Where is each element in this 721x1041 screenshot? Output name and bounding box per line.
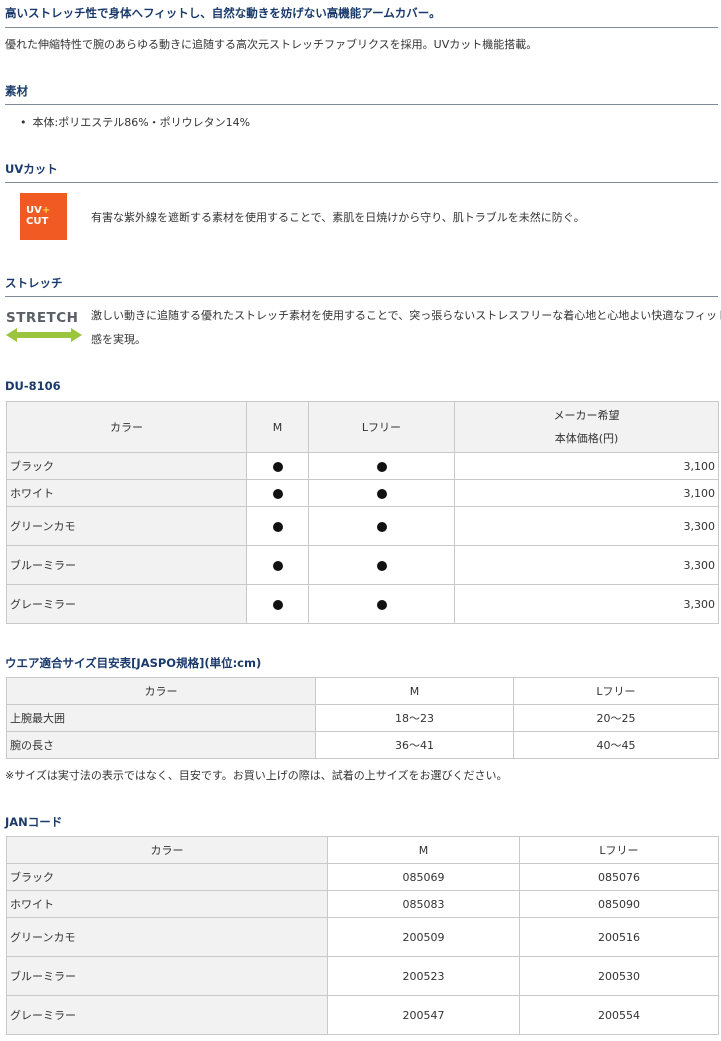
table-row: ホワイト 3,100 [6, 479, 719, 507]
row-l: 40〜45 [513, 731, 719, 759]
table-row: ブルーミラー 3,300 [6, 545, 719, 585]
column-header-m: M [315, 677, 514, 705]
jan-table-heading: JANコード [5, 815, 63, 829]
available-dot-icon [272, 599, 283, 610]
row-l: 085076 [519, 863, 719, 891]
divider [5, 182, 718, 183]
row-color: グリーンカモ [6, 917, 328, 957]
available-dot-icon [376, 488, 387, 499]
table-row: グレーミラー 3,300 [6, 584, 719, 624]
table-row: ホワイト 085083 085090 [6, 890, 719, 918]
table-row: グリーンカモ 200509 200516 [6, 917, 719, 957]
divider [5, 296, 718, 297]
uvcut-description: 有害な紫外線を遮断する素材を使用することで、素肌を日焼けから守り、肌トラブルを未… [91, 211, 585, 224]
column-header-l: Lフリー [308, 401, 455, 453]
row-m: 085083 [327, 890, 520, 918]
row-color: グレーミラー [6, 995, 328, 1035]
table-row: グレーミラー 200547 200554 [6, 995, 719, 1035]
table-header-row: カラー M Lフリー [6, 677, 719, 705]
row-price: 3,100 [454, 452, 719, 480]
row-price: 3,100 [454, 479, 719, 507]
row-m: 200547 [327, 995, 520, 1035]
row-l: 085090 [519, 890, 719, 918]
table-header-row: カラー M Lフリー [6, 836, 719, 864]
jan-table: カラー M Lフリー ブラック 085069 085076 ホワイト 08508… [6, 836, 719, 1035]
product-table: カラー M Lフリー メーカー希望 本体価格(円) ブラック 3,100 ホワイ… [6, 401, 719, 624]
divider [5, 104, 718, 105]
material-list-item: • 本体:ポリエステル86%・ポリウレタン14% [20, 114, 250, 130]
column-header-color: カラー [6, 401, 247, 453]
uvcut-heading: UVカット [5, 162, 58, 176]
table-row: 上腕最大囲 18〜23 20〜25 [6, 704, 719, 732]
column-header-m: M [246, 401, 309, 453]
uv-cut-badge-icon: UV+ CUT [20, 193, 67, 240]
available-dot-icon [376, 521, 387, 532]
row-color: ホワイト [6, 890, 328, 918]
row-m: 18〜23 [315, 704, 514, 732]
table-row: ブラック 3,100 [6, 452, 719, 480]
material-heading: 素材 [5, 84, 28, 98]
column-header-m: M [327, 836, 520, 864]
row-l: 200516 [519, 917, 719, 957]
table-row: ブルーミラー 200523 200530 [6, 956, 719, 996]
row-price: 3,300 [454, 545, 719, 585]
row-color: ブラック [6, 863, 328, 891]
row-color: グリーンカモ [6, 506, 247, 546]
size-table: カラー M Lフリー 上腕最大囲 18〜23 20〜25 腕の長さ 36〜41 … [6, 677, 719, 759]
row-l: 20〜25 [513, 704, 719, 732]
column-header-label: カラー [6, 677, 316, 705]
column-header-l: Lフリー [513, 677, 719, 705]
table-row: 腕の長さ 36〜41 40〜45 [6, 731, 719, 759]
available-dot-icon [376, 560, 387, 571]
available-dot-icon [272, 521, 283, 532]
available-dot-icon [272, 560, 283, 571]
stretch-heading: ストレッチ [5, 276, 63, 290]
table-row: グリーンカモ 3,300 [6, 506, 719, 546]
column-header-price: メーカー希望 本体価格(円) [454, 401, 719, 453]
row-label: 上腕最大囲 [6, 704, 316, 732]
row-color: グレーミラー [6, 584, 247, 624]
material-item-text: 本体:ポリエステル86%・ポリウレタン14% [32, 116, 251, 129]
size-note: ※サイズは実寸法の表示ではなく、目安です。お買い上げの際は、試着の上サイズをお選… [5, 769, 508, 782]
stretch-description-line2: 感を実現。 [91, 333, 146, 346]
divider [5, 27, 718, 28]
stretch-logo-icon: STRETCH [6, 306, 82, 344]
available-dot-icon [272, 488, 283, 499]
table-row: ブラック 085069 085076 [6, 863, 719, 891]
row-m: 200509 [327, 917, 520, 957]
available-dot-icon [272, 461, 283, 472]
size-table-heading: ウエア適合サイズ目安表[JASPO規格](単位:cm) [5, 656, 262, 670]
row-m: 085069 [327, 863, 520, 891]
row-color: ブルーミラー [6, 956, 328, 996]
row-l: 200530 [519, 956, 719, 996]
table-header-row: カラー M Lフリー メーカー希望 本体価格(円) [6, 401, 719, 453]
row-price: 3,300 [454, 584, 719, 624]
row-label: 腕の長さ [6, 731, 316, 759]
row-price: 3,300 [454, 506, 719, 546]
available-dot-icon [376, 599, 387, 610]
column-header-l: Lフリー [519, 836, 719, 864]
column-header-color: カラー [6, 836, 328, 864]
available-dot-icon [376, 461, 387, 472]
product-table-heading: DU-8106 [5, 379, 61, 393]
row-color: ブラック [6, 452, 247, 480]
row-l: 200554 [519, 995, 719, 1035]
page-headline: 高いストレッチ性で身体へフィットし、自然な動きを妨げない高機能アームカバー。 [5, 6, 441, 20]
row-m: 36〜41 [315, 731, 514, 759]
bullet-icon: • [20, 116, 27, 129]
stretch-description-line1: 激しい動きに追随する優れたストレッチ素材を使用することで、突っ張らないストレスフ… [91, 309, 721, 322]
row-color: ブルーミラー [6, 545, 247, 585]
row-color: ホワイト [6, 479, 247, 507]
row-m: 200523 [327, 956, 520, 996]
intro-text: 優れた伸縮特性で腕のあらゆる動きに追随する高次元ストレッチファブリクスを採用。U… [5, 38, 538, 51]
